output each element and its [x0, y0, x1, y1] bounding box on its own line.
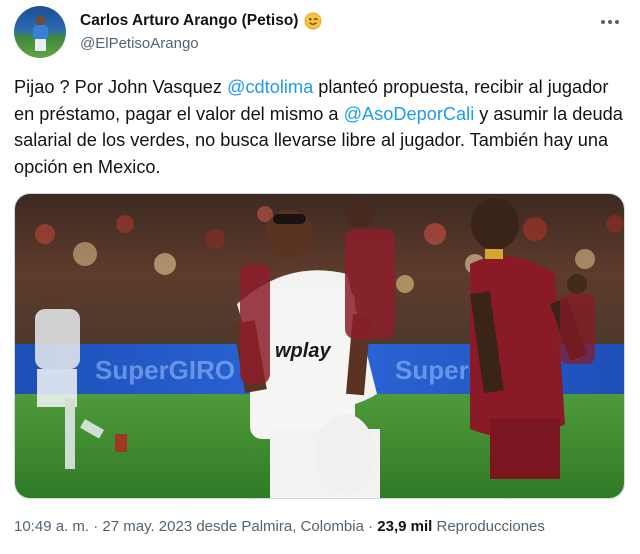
tweet-meta: 10:49 a. m. · 27 may. 2023 desde Palmira…	[14, 518, 545, 535]
tweet-time-link[interactable]: 10:49 a. m.	[14, 518, 89, 535]
mention-asodeporcali-link[interactable]: @AsoDeporCali	[344, 104, 475, 124]
tweet-text: Pijao ? Por John Vasquez @cdtolima plant…	[14, 74, 624, 180]
tweet-header: Carlos Arturo Arango (Petiso) @ElPetisoA…	[14, 6, 626, 62]
meta-separator: ·	[368, 518, 374, 535]
tweet-photo[interactable]: SuperGIRO SuperGIRO wplay	[14, 193, 625, 499]
mention-cdtolima-link[interactable]: @cdtolima	[227, 77, 313, 97]
winking-face-emoji-icon	[304, 12, 322, 30]
tweet-text-segment: Pijao ? Por John Vasquez	[14, 77, 227, 97]
tweet-location: desde Palmira, Colombia	[196, 518, 364, 535]
avatar-person-head	[36, 16, 45, 25]
ad-board-text: SuperGIRO	[95, 355, 235, 385]
avatar-person-body	[33, 25, 48, 39]
avatar-person-legs	[35, 39, 46, 51]
views-count: 23,9 mil	[377, 518, 433, 535]
author-avatar[interactable]	[14, 6, 66, 58]
views-label: Reproducciones	[436, 518, 545, 535]
tweet-date-link[interactable]: 27 may. 2023	[102, 518, 192, 535]
more-dots-icon	[601, 20, 619, 24]
football-match-photo: SuperGIRO SuperGIRO wplay	[15, 194, 624, 498]
author-name-row: Carlos Arturo Arango (Petiso)	[80, 12, 322, 30]
more-options-button[interactable]	[596, 10, 624, 34]
meta-separator: ·	[93, 518, 99, 535]
author-handle[interactable]: @ElPetisoArango	[80, 35, 199, 52]
jersey-sponsor-text: wplay	[275, 340, 331, 362]
author-display-name[interactable]: Carlos Arturo Arango (Petiso)	[80, 12, 298, 30]
